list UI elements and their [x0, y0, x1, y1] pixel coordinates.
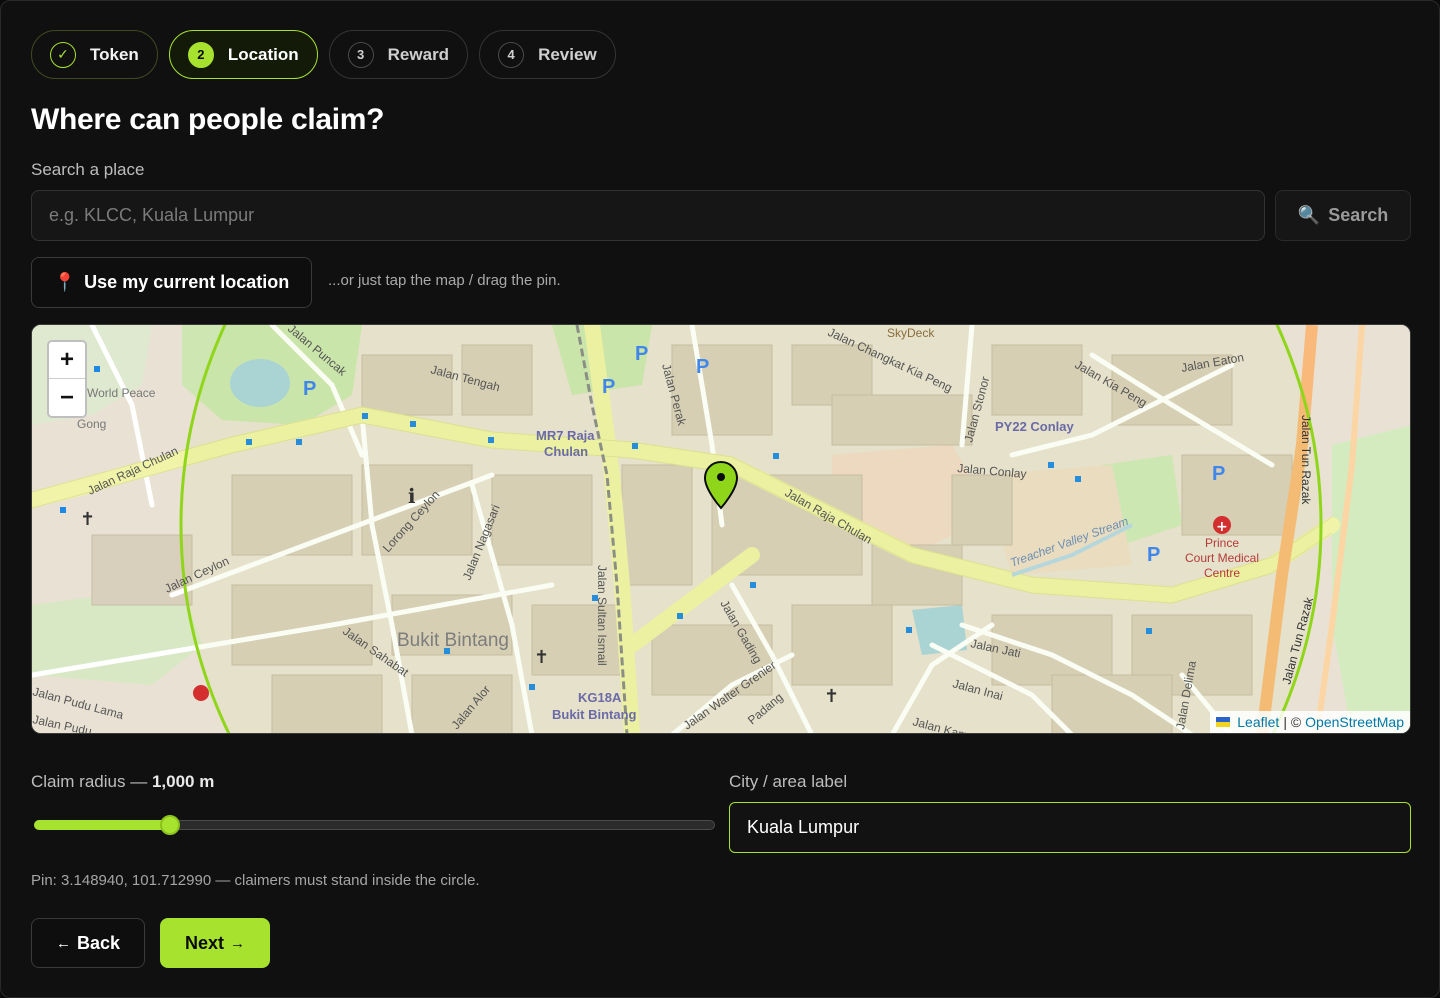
map-label-jalan-sultan-ismail: Jalan Sultan Ismail — [595, 565, 609, 666]
map-label-py22: PY22 Conlay — [995, 419, 1075, 434]
step-label: Reward — [387, 44, 450, 64]
leaflet-link[interactable]: Leaflet — [1237, 714, 1279, 730]
map-hint: ...or just tap the map / drag the pin. — [328, 272, 561, 289]
city-input[interactable] — [729, 802, 1411, 853]
attribution-separator: | © — [1283, 714, 1302, 730]
map-label-jalan-tun-razak: Jalan Tun Razak — [1299, 415, 1313, 505]
map-attribution: Leaflet | © OpenStreetMap — [1210, 711, 1410, 733]
map-label-prince-2: Court Medical — [1185, 551, 1259, 565]
map-label-skydeck: SkyDeck — [887, 326, 935, 340]
step-number: 2 — [187, 41, 214, 68]
zoom-out-button[interactable]: − — [49, 379, 85, 416]
step-token[interactable]: ✓ Token — [31, 30, 158, 79]
search-input[interactable] — [31, 190, 1265, 241]
svg-text:+: + — [1216, 519, 1228, 535]
search-button[interactable]: 🔍 Search — [1275, 190, 1411, 241]
osm-link[interactable]: OpenStreetMap — [1305, 714, 1404, 730]
ukraine-flag-icon — [1216, 717, 1231, 727]
page-title: Where can people claim? — [31, 103, 385, 136]
radius-slider[interactable] — [31, 815, 715, 835]
search-button-label: Search — [1328, 205, 1389, 225]
zoom-in-button[interactable]: + — [49, 342, 85, 379]
use-current-location-button[interactable]: 📍 Use my current location — [31, 257, 312, 308]
svg-text:✝: ✝ — [824, 686, 839, 707]
map[interactable]: PPP PPP ✝✝ ✝ℹ + Jalan Tengah SkyDeck Jal… — [31, 324, 1411, 734]
next-label: Next — [184, 932, 224, 953]
svg-text:✝: ✝ — [80, 509, 95, 530]
back-button[interactable]: ← Back — [31, 918, 145, 968]
radius-label-prefix: Claim radius — — [31, 772, 148, 791]
step-number: 4 — [498, 41, 525, 68]
back-label: Back — [76, 932, 121, 953]
pin-icon: 📍 — [53, 272, 77, 292]
stepper: ✓ Token 2 Location 3 Reward 4 Review — [31, 30, 616, 79]
city-label: City / area label — [729, 772, 848, 791]
zoom-control: + − — [47, 340, 87, 418]
map-label-prince-3: Centre — [1204, 566, 1240, 580]
step-label: Token — [90, 44, 139, 64]
map-label-bukit-bintang: Bukit Bintang — [397, 630, 509, 651]
step-label: Location — [227, 44, 299, 64]
step-reward[interactable]: 3 Reward — [328, 30, 469, 79]
use-location-label: Use my current location — [84, 272, 290, 292]
radius-label: Claim radius — 1,000 m — [31, 772, 214, 792]
map-label-chulan: Chulan — [544, 444, 588, 459]
step-review[interactable]: 4 Review — [479, 30, 616, 79]
back-arrow-icon: ← — [55, 934, 71, 952]
svg-text:✝: ✝ — [534, 647, 549, 668]
step-location[interactable]: 2 Location — [168, 30, 318, 79]
radius-value: 1,000 m — [151, 772, 215, 791]
map-label-prince-1: Prince — [1205, 536, 1239, 550]
next-button[interactable]: Next → — [160, 918, 270, 968]
step-label: Review — [538, 44, 597, 64]
map-tiles: PPP PPP ✝✝ ✝ℹ + Jalan Tengah SkyDeck Jal… — [32, 325, 1410, 733]
map-label-kg18a: KG18A — [578, 690, 622, 705]
app-frame: ✓ Token 2 Location 3 Reward 4 Review Whe… — [0, 0, 1440, 998]
map-label-kg18a-sub: Bukit Bintang — [552, 707, 637, 722]
search-label: Search a place — [31, 160, 145, 179]
map-label-mr7: MR7 Raja — [536, 428, 595, 443]
search-icon: 🔍 — [1297, 205, 1321, 225]
slider-thumb[interactable] — [159, 815, 180, 835]
check-icon: ✓ — [50, 41, 76, 68]
next-arrow-icon: → — [230, 934, 245, 952]
map-label-world-peace: World Peace — [87, 386, 156, 400]
slider-fill — [34, 820, 170, 830]
step-number: 3 — [347, 41, 374, 68]
map-label-gong: Gong — [77, 417, 106, 431]
pin-coordinates: Pin: 3.148940, 101.712990 — claimers mus… — [31, 872, 480, 889]
svg-text:ℹ: ℹ — [408, 484, 416, 508]
